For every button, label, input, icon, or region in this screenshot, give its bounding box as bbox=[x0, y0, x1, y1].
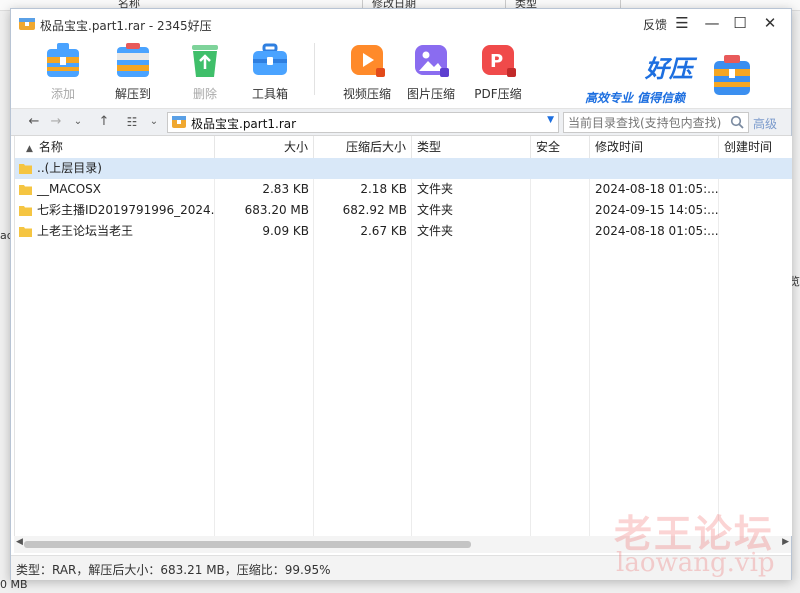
file-packed-size: 2.67 KB bbox=[360, 224, 407, 238]
feedback-link[interactable]: 反馈 bbox=[643, 16, 667, 33]
path-text: 极品宝宝.part1.rar bbox=[191, 117, 297, 131]
status-text: 类型：RAR，解压后大小：683.21 MB，压缩比：99.95% bbox=[16, 563, 331, 577]
toolbox-button[interactable]: 工具箱 bbox=[240, 39, 300, 102]
image-compress-label: 图片压缩 bbox=[406, 87, 455, 101]
maximize-icon[interactable]: ☐ bbox=[729, 13, 751, 33]
toolbar-divider bbox=[314, 43, 315, 95]
file-size: 9.09 KB bbox=[262, 224, 309, 238]
column-header-created[interactable]: 创建时间 bbox=[719, 136, 792, 158]
file-list: ▲ 名称 大小 压缩后大小 类型 安全 修改时间 创建时间 ..(上层目录) __… bbox=[14, 136, 792, 536]
back-arrow-icon[interactable]: ← bbox=[25, 113, 43, 131]
close-icon[interactable]: ✕ bbox=[759, 13, 781, 33]
add-archive-icon bbox=[47, 43, 79, 77]
brand-name: 好压 bbox=[645, 55, 693, 83]
file-row[interactable]: 七彩主播ID2019791996_2024... 683.20 MB 682.9… bbox=[15, 200, 792, 221]
brand-slogan: 高效专业 值得信赖 bbox=[585, 91, 686, 105]
column-header-size[interactable]: 大小 bbox=[215, 136, 314, 158]
column-header-name[interactable]: ▲ 名称 bbox=[15, 136, 215, 158]
file-packed-size: 2.18 KB bbox=[360, 182, 407, 196]
toolbox-icon bbox=[253, 43, 287, 75]
search-box bbox=[563, 112, 749, 133]
recycle-delete-icon bbox=[192, 45, 218, 77]
scroll-right-icon[interactable]: ▶ bbox=[782, 537, 789, 547]
pdf-compress-button[interactable]: P PDF压缩 bbox=[468, 39, 528, 102]
column-header-security[interactable]: 安全 bbox=[531, 136, 590, 158]
pdf-compress-icon: P bbox=[482, 45, 516, 77]
main-window: 极品宝宝.part1.rar - 2345好压 反馈 ☰ — ☐ ✕ 添加 解压… bbox=[10, 8, 792, 580]
image-compress-button[interactable]: 图片压缩 bbox=[401, 39, 461, 102]
file-row[interactable]: __MACOSX 2.83 KB 2.18 KB 文件夹 2024-08-18 … bbox=[15, 179, 792, 200]
video-compress-icon bbox=[351, 45, 385, 77]
pdf-compress-label: PDF压缩 bbox=[474, 87, 522, 101]
add-button[interactable]: 添加 bbox=[33, 39, 93, 102]
file-type: 文件夹 bbox=[417, 224, 454, 238]
file-row-parent[interactable]: ..(上层目录) bbox=[15, 158, 792, 179]
search-icon[interactable] bbox=[730, 115, 744, 129]
path-field[interactable]: 极品宝宝.part1.rar ▼ bbox=[167, 112, 559, 133]
column-header-type[interactable]: 类型 bbox=[412, 136, 531, 158]
advanced-search-link[interactable]: 高级 bbox=[753, 115, 777, 132]
path-dropdown-icon[interactable]: ▼ bbox=[547, 115, 554, 125]
column-header-modified[interactable]: 修改时间 bbox=[590, 136, 719, 158]
brand-logo-icon bbox=[714, 55, 750, 95]
file-name: 七彩主播ID2019791996_2024... bbox=[37, 203, 215, 217]
toolbar: 添加 解压到 删除 工具箱 视频压缩 图片压缩 P PDF压缩 好压 高效专业 … bbox=[11, 39, 791, 105]
column-name-label: 名称 bbox=[38, 140, 63, 154]
extract-icon bbox=[117, 43, 149, 77]
file-row[interactable]: 上老王论坛当老王 9.09 KB 2.67 KB 文件夹 2024-08-18 … bbox=[15, 221, 792, 242]
file-modified: 2024-09-15 14:05:... bbox=[595, 203, 719, 217]
file-type: 文件夹 bbox=[417, 203, 454, 217]
file-list-header: ▲ 名称 大小 压缩后大小 类型 安全 修改时间 创建时间 bbox=[15, 136, 792, 159]
view-dropdown-icon[interactable]: ⌄ bbox=[145, 113, 163, 131]
scroll-left-icon[interactable]: ◀ bbox=[16, 537, 23, 547]
svg-text:P: P bbox=[490, 51, 503, 72]
window-title: 极品宝宝.part1.rar - 2345好压 bbox=[40, 19, 212, 33]
minimize-icon[interactable]: — bbox=[701, 13, 723, 33]
archive-app-icon bbox=[19, 18, 35, 30]
file-name: ..(上层目录) bbox=[37, 161, 102, 175]
file-type: 文件夹 bbox=[417, 182, 454, 196]
video-compress-button[interactable]: 视频压缩 bbox=[337, 39, 397, 102]
file-name: __MACOSX bbox=[37, 182, 102, 196]
forward-arrow-icon[interactable]: → bbox=[47, 113, 65, 131]
add-label: 添加 bbox=[50, 87, 75, 101]
sort-ascending-icon: ▲ bbox=[26, 144, 33, 154]
view-mode-icon[interactable]: ☷ bbox=[123, 113, 141, 131]
menu-icon[interactable]: ☰ bbox=[671, 13, 693, 33]
delete-button[interactable]: 删除 bbox=[175, 39, 235, 102]
file-modified: 2024-08-18 01:05:... bbox=[595, 182, 719, 196]
extract-label: 解压到 bbox=[114, 87, 151, 101]
column-header-packed[interactable]: 压缩后大小 bbox=[314, 136, 412, 158]
file-size: 683.20 MB bbox=[244, 203, 309, 217]
file-size: 2.83 KB bbox=[262, 182, 309, 196]
image-compress-icon bbox=[415, 45, 449, 77]
search-input[interactable] bbox=[566, 114, 728, 131]
delete-label: 删除 bbox=[192, 87, 217, 101]
file-packed-size: 682.92 MB bbox=[342, 203, 407, 217]
video-compress-label: 视频压缩 bbox=[342, 87, 391, 101]
toolbox-label: 工具箱 bbox=[251, 87, 288, 101]
address-bar: ← → ⌄ ↑ ☷ ⌄ 极品宝宝.part1.rar ▼ 高级 bbox=[11, 108, 791, 136]
up-arrow-icon[interactable]: ↑ bbox=[95, 113, 113, 131]
title-bar[interactable]: 极品宝宝.part1.rar - 2345好压 反馈 ☰ — ☐ ✕ bbox=[11, 9, 791, 39]
archive-file-icon bbox=[172, 116, 186, 128]
history-dropdown-icon[interactable]: ⌄ bbox=[69, 113, 87, 131]
file-name: 上老王论坛当老王 bbox=[37, 224, 134, 238]
extract-button[interactable]: 解压到 bbox=[103, 39, 163, 102]
watermark-url: laowang.vip bbox=[616, 548, 775, 578]
scrollbar-thumb[interactable] bbox=[24, 541, 471, 548]
file-modified: 2024-08-18 01:05:... bbox=[595, 224, 719, 238]
